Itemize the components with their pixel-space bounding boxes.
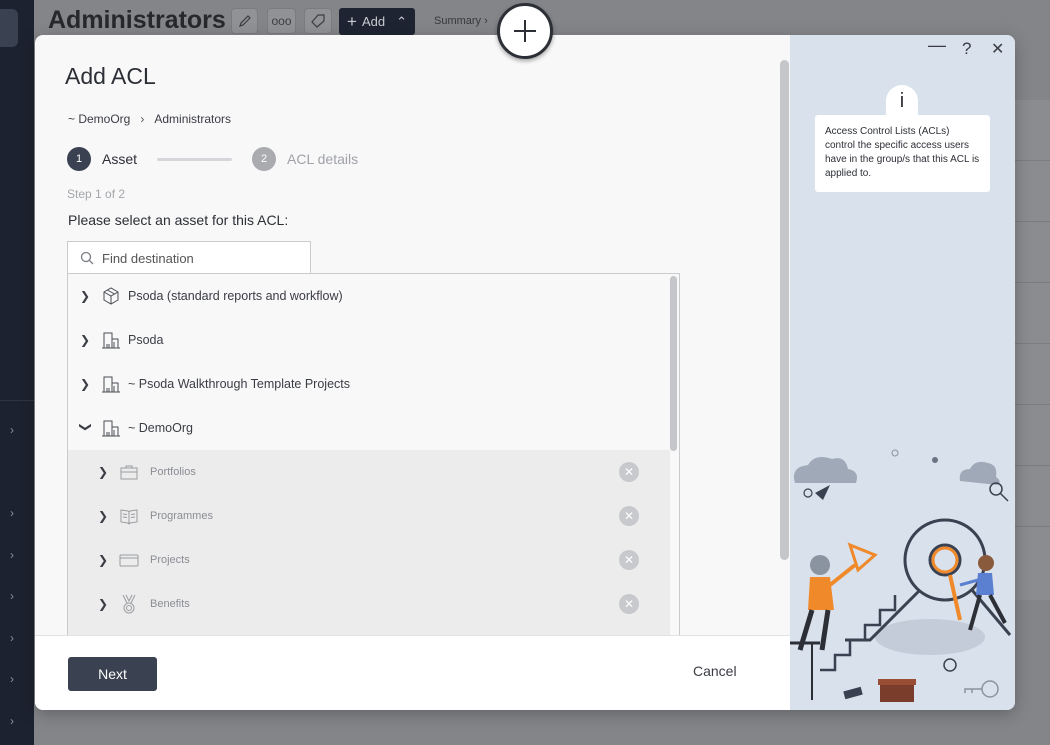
add-acl-modal: Add ACL ~ DemoOrg › Administrators 1 Ass… [35,35,1015,710]
tree-row[interactable]: ❯ Projects ✕ [68,538,670,582]
modal-footer: Next Cancel [35,635,790,710]
sidebar-active-indicator [0,9,18,47]
plus-icon: + [347,11,357,31]
tree-label: Psoda [128,333,164,347]
add-menu-button[interactable]: + Add ⌃ [339,8,415,35]
tag-icon [311,14,325,28]
info-text: Access Control Lists (ACLs) control the … [815,115,990,192]
chevron-right-icon[interactable]: ❯ [98,597,110,611]
help-panel: — ? ✕ i Access Control Lists (ACLs) cont… [770,35,1015,710]
tag-button[interactable] [304,8,332,34]
minimize-icon[interactable]: — [928,35,946,56]
remove-icon[interactable]: ✕ [619,550,639,570]
sidebar-chevron-icon[interactable]: › [10,631,14,645]
next-button[interactable]: Next [68,657,157,691]
chevron-up-icon: ⌃ [396,13,407,29]
breadcrumb: ~ DemoOrg › Administrators [68,112,231,126]
modal-title: Add ACL [65,63,156,89]
chevron-right-icon[interactable]: ❯ [98,509,110,523]
tree-row[interactable]: ❯ ~ Psoda Walkthrough Template Projects [68,362,670,406]
search-icon [80,251,94,265]
page-title: Administrators [48,6,226,34]
tree-label: Projects [150,554,190,566]
building-icon [101,330,121,350]
breadcrumb-separator-icon: › [140,112,145,126]
tree-row[interactable]: ❯ Psoda [68,318,670,362]
tree-label: Psoda (standard reports and workflow) [128,289,343,303]
step-indicator: 1 Asset 2 ACL details [67,147,358,171]
chevron-right-icon[interactable]: ❯ [98,465,110,479]
sidebar-chevron-icon[interactable]: › [10,589,14,603]
plus-icon [514,20,536,42]
sidebar-chevron-icon[interactable]: › [10,672,14,686]
folder-icon [119,550,139,570]
step-connector [157,157,233,161]
chevron-right-icon[interactable]: ❯ [80,289,92,303]
remove-icon[interactable]: ✕ [619,462,639,482]
search-box [67,241,311,274]
chevron-right-icon[interactable]: ❯ [80,333,92,347]
pencil-icon [238,15,251,27]
close-icon[interactable]: ✕ [991,39,1004,59]
sidebar-chevron-icon[interactable]: › [10,506,14,520]
remove-icon[interactable]: ✕ [619,594,639,614]
breadcrumb-item-group[interactable]: Administrators [154,112,231,126]
sidebar-chevron-icon[interactable]: › [10,548,14,562]
tree-label: Portfolios [150,466,196,478]
chevron-right-icon[interactable]: ❯ [80,377,92,391]
medal-icon [119,594,139,614]
tree-row[interactable]: ❯ Psoda (standard reports and workflow) [68,274,670,318]
chevron-right-icon[interactable]: ❯ [98,553,110,567]
app-sidebar: › › › › › › › [0,0,34,745]
step-2-circle: 2 [252,147,277,171]
tree-row[interactable]: ❯ Benefits ✕ [68,582,670,626]
find-destination-input[interactable] [102,250,302,266]
info-icon: i [886,85,918,117]
asset-prompt: Please select an asset for this ACL: [68,212,289,228]
cancel-button[interactable]: Cancel [693,663,737,679]
more-button[interactable]: ooo [267,8,296,34]
building-icon [101,374,121,394]
tree-label: Benefits [150,598,190,610]
breadcrumb-item-org[interactable]: ~ DemoOrg [68,112,130,126]
add-label: Add [361,14,386,29]
tree-row[interactable]: ❯ Portfolios ✕ [68,450,670,494]
remove-icon[interactable]: ✕ [619,506,639,526]
step-2-label: ACL details [287,151,359,167]
key-illustration [770,449,1012,702]
tree-scrollbar[interactable] [670,276,677,451]
step-1-label: Asset [102,151,138,167]
sidebar-divider [0,400,34,401]
asset-tree: ❯ Psoda (standard reports and workflow) … [67,273,680,638]
sidebar-chevron-icon[interactable]: › [10,714,14,728]
tree-row[interactable]: ❯ ~ DemoOrg [68,406,670,450]
step-count: Step 1 of 2 [67,187,126,201]
edit-button[interactable] [231,8,258,34]
book-icon [119,506,139,526]
app-right-column [1012,100,1050,600]
summary-link[interactable]: Summary › [434,15,488,27]
sidebar-chevron-icon[interactable]: › [10,423,14,437]
help-icon[interactable]: ? [962,39,971,59]
tree-row[interactable]: ❯ Programmes ✕ [68,494,670,538]
step-1-circle: 1 [67,147,91,171]
tree-label: Programmes [150,510,213,522]
chevron-down-icon[interactable]: ❯ [79,422,93,434]
briefcase-icon [119,462,139,482]
floating-add-button[interactable] [497,3,553,59]
tree-label: ~ DemoOrg [128,421,193,435]
ellipsis-icon: ooo [271,14,292,28]
building-icon [101,418,121,438]
tree-label: ~ Psoda Walkthrough Template Projects [128,377,350,391]
box-icon [101,286,121,306]
